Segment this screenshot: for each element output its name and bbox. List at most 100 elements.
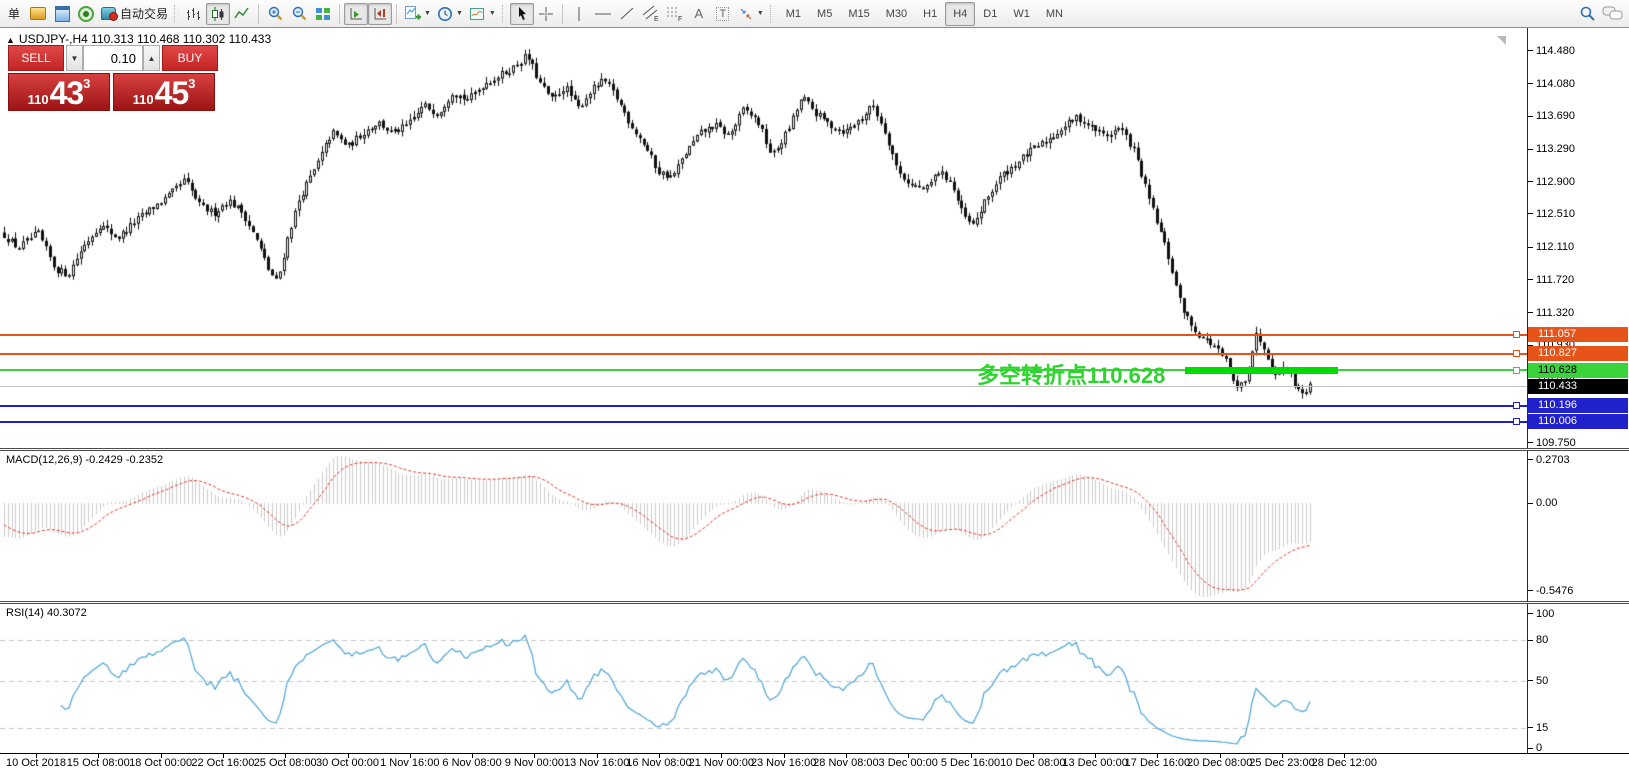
timeframe-d1[interactable]: D1 <box>975 2 1005 26</box>
horizontal-price-line[interactable] <box>0 353 1527 355</box>
timeframe-m1[interactable]: M1 <box>778 2 809 26</box>
signal-button[interactable] <box>74 3 98 25</box>
timeframe-m30[interactable]: M30 <box>878 2 915 26</box>
zoom-in-button[interactable] <box>263 3 287 25</box>
time-axis-tick <box>285 753 286 758</box>
timeframe-w1[interactable]: W1 <box>1005 2 1038 26</box>
time-axis-label: 10 Dec 08:00 <box>1000 757 1065 769</box>
toolbar-separator <box>396 4 397 24</box>
horizontal-price-line[interactable] <box>0 421 1527 423</box>
periods-clock-icon <box>437 6 453 22</box>
price-tick-mark <box>1528 116 1533 117</box>
text-button[interactable]: A <box>687 3 711 25</box>
time-axis-line <box>0 753 1629 754</box>
candlestick-chart-button[interactable] <box>206 3 230 25</box>
line-drag-handle[interactable] <box>1513 402 1520 409</box>
rsi-tick-mark <box>1528 613 1533 614</box>
time-axis-tick <box>721 753 722 758</box>
scroll-to-end-marker[interactable] <box>1497 36 1506 45</box>
time-axis-tick <box>846 753 847 758</box>
collapse-panel-icon[interactable]: ▲ <box>6 35 15 45</box>
zoom-out-icon <box>291 5 308 22</box>
arrows-icon <box>738 6 754 22</box>
new-order-button[interactable]: 单 <box>2 3 26 25</box>
bar-chart-button[interactable] <box>182 3 206 25</box>
rsi-tick-mark <box>1528 640 1533 641</box>
zoom-out-button[interactable] <box>287 3 311 25</box>
time-axis-label: 10 Oct 2018 <box>6 757 66 769</box>
rsi-panel-separator[interactable] <box>0 601 1629 604</box>
price-tick-label: 113.290 <box>1536 143 1575 155</box>
time-axis-label: 13 Dec 00:00 <box>1062 757 1127 769</box>
line-chart-icon <box>234 6 250 22</box>
rsi-tick-mark <box>1528 680 1533 681</box>
volume-decrease-button[interactable]: ▼ <box>66 45 83 71</box>
auto-scroll-button[interactable] <box>344 3 368 25</box>
toolbar-separator <box>562 4 563 24</box>
periods-button[interactable]: ▼ <box>434 3 466 25</box>
vertical-line-button[interactable] <box>567 3 591 25</box>
metaeditor-button[interactable] <box>26 3 50 25</box>
chart-window-button[interactable] <box>50 3 74 25</box>
horizontal-price-line[interactable] <box>0 405 1527 407</box>
trendline-icon <box>619 6 635 22</box>
time-axis-label: 13 Nov 16:00 <box>564 757 629 769</box>
horizontal-price-line[interactable] <box>0 334 1527 336</box>
horizontal-line-icon <box>594 6 612 22</box>
sell-price-tile[interactable]: 110433 <box>8 73 110 111</box>
macd-panel-separator[interactable] <box>0 448 1629 451</box>
buy-price-tile[interactable]: 110453 <box>113 73 215 111</box>
line-drag-handle[interactable] <box>1513 350 1520 357</box>
line-chart-button[interactable] <box>230 3 254 25</box>
price-tick-label: 112.510 <box>1536 208 1575 220</box>
sell-price-prefix: 110 <box>28 92 49 107</box>
fibonacci-button[interactable]: F <box>663 3 687 25</box>
crosshair-button[interactable] <box>534 3 558 25</box>
line-drag-handle[interactable] <box>1513 367 1520 374</box>
time-axis-label: 25 Dec 23:00 <box>1249 757 1314 769</box>
chart-shift-button[interactable] <box>368 3 392 25</box>
line-drag-handle[interactable] <box>1513 418 1520 425</box>
buy-button[interactable]: BUY <box>162 45 218 71</box>
time-axis-tick <box>659 753 660 758</box>
chat-icon <box>1602 5 1624 22</box>
sell-price-sup: 3 <box>83 76 90 91</box>
timeframe-m5[interactable]: M5 <box>809 2 840 26</box>
timeframe-mn[interactable]: MN <box>1038 2 1071 26</box>
time-axis-tick <box>1220 753 1221 758</box>
time-axis-label: 1 Nov 16:00 <box>380 757 439 769</box>
equidistant-channel-button[interactable]: E <box>639 3 663 25</box>
add-indicator-button[interactable]: ▼ <box>401 3 434 25</box>
chat-button[interactable] <box>1599 3 1627 25</box>
price-tick-mark <box>1528 247 1533 248</box>
bid-price-line[interactable] <box>0 386 1527 387</box>
toolbar-separator <box>339 4 340 24</box>
trendline-segment[interactable] <box>1185 367 1338 374</box>
timeframe-h1[interactable]: H1 <box>915 2 945 26</box>
line-drag-handle[interactable] <box>1513 331 1520 338</box>
time-axis-label: 6 Nov 08:00 <box>442 757 501 769</box>
tile-windows-button[interactable] <box>311 3 335 25</box>
chart-canvas[interactable] <box>0 28 1629 771</box>
volume-input[interactable]: 0.10 <box>83 45 143 71</box>
timeframe-m15[interactable]: M15 <box>840 2 877 26</box>
horizontal-line-button[interactable] <box>591 3 615 25</box>
chevron-down-icon: ▼ <box>757 10 764 17</box>
signal-icon <box>78 6 94 22</box>
sell-button[interactable]: SELL <box>8 45 64 71</box>
label-button[interactable]: T <box>711 3 735 25</box>
chart-annotation-text[interactable]: 多空转折点110.628 <box>977 358 1165 390</box>
price-tick-mark <box>1528 213 1533 214</box>
arrows-button[interactable]: ▼ <box>735 3 767 25</box>
search-button[interactable] <box>1575 3 1599 25</box>
time-axis-label: 20 Dec 08:00 <box>1187 757 1252 769</box>
volume-increase-button[interactable]: ▲ <box>143 45 160 71</box>
chart-title: ▲USDJPY-,H4 110.313 110.468 110.302 110.… <box>6 32 271 46</box>
price-tick-mark <box>1528 50 1533 51</box>
autotrade-button[interactable]: 自动交易 <box>98 3 171 25</box>
templates-button[interactable]: ▼ <box>466 3 499 25</box>
trendline-button[interactable] <box>615 3 639 25</box>
zoom-in-icon <box>267 5 284 22</box>
timeframe-h4[interactable]: H4 <box>945 2 975 26</box>
cursor-button[interactable] <box>510 3 534 25</box>
